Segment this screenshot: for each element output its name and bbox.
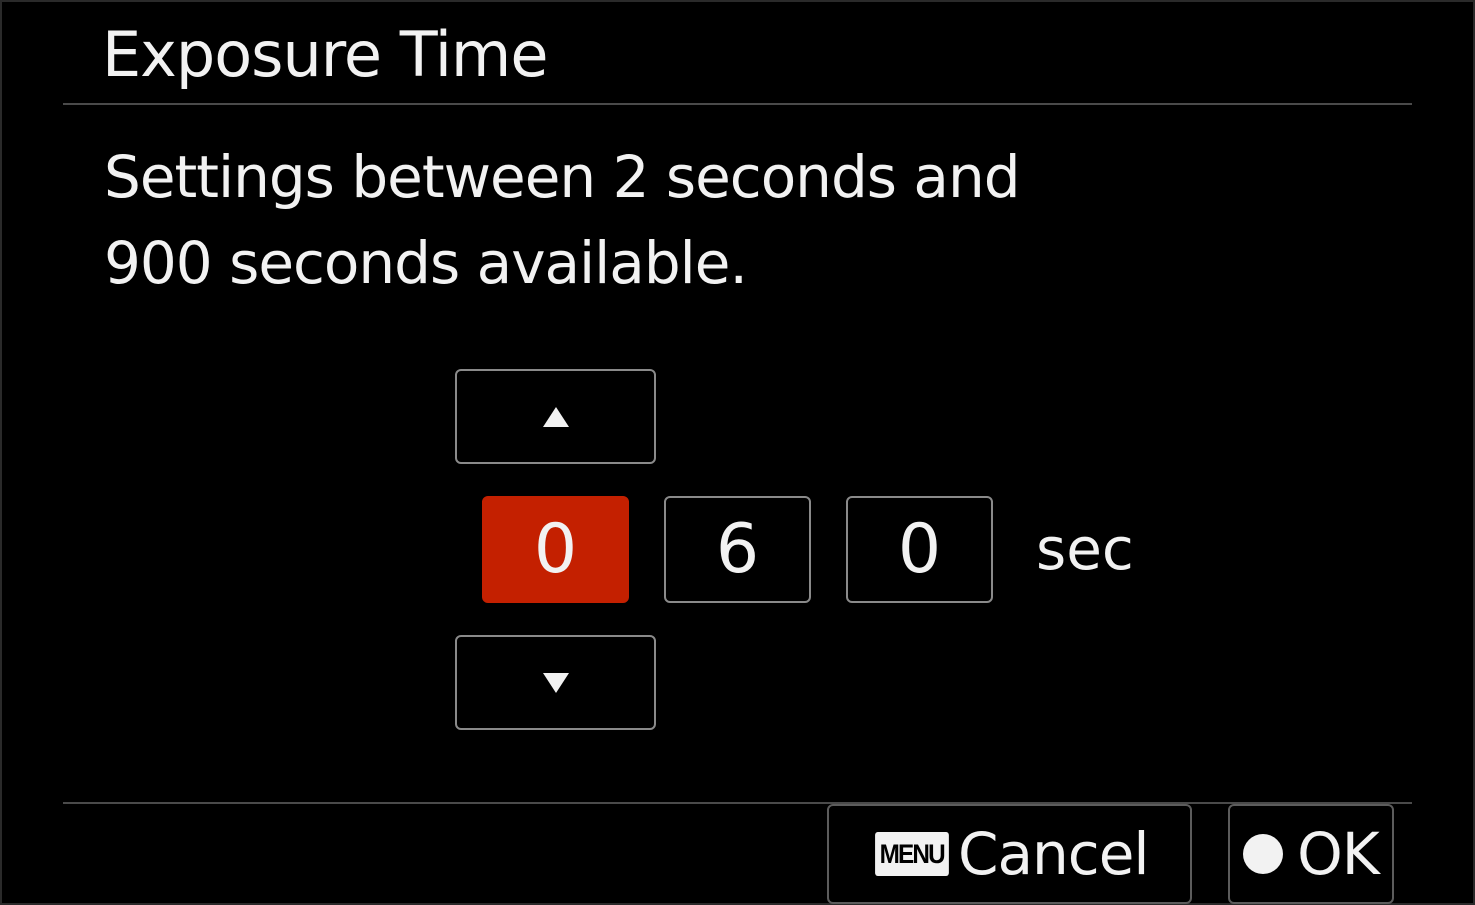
- description-line-2: 900 seconds available.: [104, 229, 748, 297]
- menu-key-icon: MENU: [874, 832, 948, 876]
- decrement-button[interactable]: [455, 635, 656, 730]
- triangle-down-icon: [542, 672, 569, 693]
- ok-button[interactable]: OK: [1228, 804, 1394, 904]
- exposure-unit-label: sec: [1036, 515, 1134, 583]
- exposure-time-dialog: Exposure Time Settings between 2 seconds…: [0, 0, 1475, 905]
- ok-label: OK: [1297, 820, 1380, 888]
- dialog-title: Exposure Time: [102, 18, 548, 91]
- triangle-up-icon: [542, 406, 569, 427]
- title-divider: [63, 103, 1412, 105]
- exposure-digit-tens[interactable]: 6: [664, 496, 811, 603]
- footer-divider: [63, 802, 1412, 804]
- cancel-label: Cancel: [958, 820, 1149, 888]
- filled-circle-icon: [1243, 834, 1284, 874]
- exposure-digit-hundreds[interactable]: 0: [482, 496, 629, 603]
- cancel-button[interactable]: MENU Cancel: [827, 804, 1192, 904]
- dialog-description: Settings between 2 seconds and 900 secon…: [104, 134, 1021, 306]
- exposure-digit-ones[interactable]: 0: [846, 496, 993, 603]
- increment-button[interactable]: [455, 369, 656, 464]
- description-line-1: Settings between 2 seconds and: [104, 143, 1021, 211]
